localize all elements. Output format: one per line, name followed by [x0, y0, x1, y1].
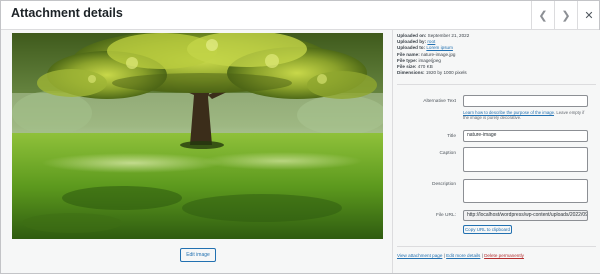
chevron-right-icon: ❯ [561, 9, 571, 22]
attachment-image [12, 33, 383, 239]
copy-url-button[interactable]: Copy URL to clipboard [463, 225, 512, 234]
next-attachment-button[interactable]: ❯ [554, 1, 577, 29]
divider-actions [397, 246, 596, 247]
tree-photo [12, 33, 383, 239]
alt-text-field[interactable] [463, 95, 588, 107]
modal-header: Attachment details ❮ ❯ ✕ [1, 1, 599, 30]
caption-field[interactable] [463, 147, 588, 172]
edit-more-details-link[interactable]: Edit more details [446, 253, 480, 258]
uploaded-by-link[interactable]: root [427, 39, 435, 44]
attachment-actions: View attachment page | Edit more details… [397, 253, 524, 258]
close-button[interactable]: ✕ [577, 1, 600, 29]
attachment-details-modal: Attachment details ❮ ❯ ✕ Edit image Uplo… [0, 0, 600, 274]
description-label: Description [432, 182, 456, 187]
view-attachment-page-link[interactable]: View attachment page [397, 253, 442, 258]
alt-text-help-link[interactable]: Learn how to describe the purpose of the… [463, 110, 554, 115]
file-url-field[interactable]: http://localhost/wordpress/wp-content/up… [463, 210, 588, 221]
attachment-info-panel: Uploaded on: September 21, 2022 Uploaded… [392, 30, 600, 273]
file-url-label: File URL: [436, 213, 456, 218]
description-field[interactable] [463, 179, 588, 203]
previous-attachment-button[interactable]: ❮ [531, 1, 554, 29]
uploaded-to-link[interactable]: Lorem ipsum [426, 45, 453, 50]
close-icon: ✕ [584, 9, 594, 22]
caption-label: Caption [439, 151, 456, 156]
dimensions-row: Dimensions: 1920 by 1000 pixels [397, 70, 467, 76]
title-label: Title [447, 134, 456, 139]
title-field[interactable]: nature-image [463, 130, 588, 142]
alt-text-help: Learn how to describe the purpose of the… [463, 110, 585, 121]
image-preview-panel: Edit image [1, 30, 392, 273]
file-details: Uploaded on: September 21, 2022 Uploaded… [397, 33, 469, 76]
edit-image-button[interactable]: Edit image [180, 248, 216, 262]
divider [397, 84, 596, 85]
alt-text-label: Alternative Text [423, 99, 456, 104]
modal-title: Attachment details [11, 6, 123, 20]
delete-permanently-link[interactable]: Delete permanently [484, 253, 524, 258]
chevron-left-icon: ❮ [538, 9, 548, 22]
